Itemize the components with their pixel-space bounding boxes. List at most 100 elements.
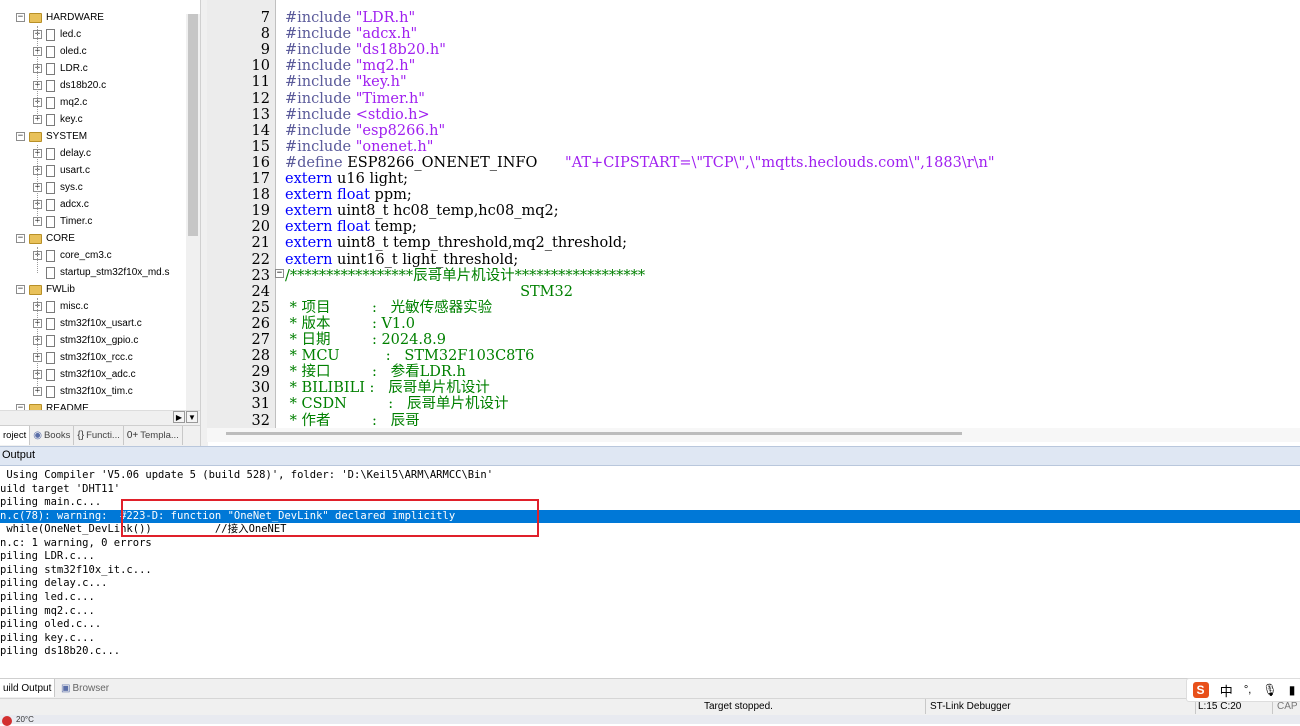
collapse-icon[interactable]: −: [16, 285, 25, 294]
scroll-right-icon[interactable]: ▶: [173, 411, 185, 423]
tree-file[interactable]: + delay.c: [33, 145, 91, 162]
punctuation-icon[interactable]: °,: [1244, 684, 1251, 696]
scroll-down-icon[interactable]: ▼: [186, 411, 198, 423]
output-line[interactable]: piling led.c...: [0, 591, 95, 605]
tree-file[interactable]: + Timer.c: [33, 213, 92, 230]
code-line[interactable]: extern uint8_t hc08_temp,hc08_mq2;: [285, 203, 559, 219]
code-line[interactable]: * 作者 : 辰哥: [285, 413, 420, 429]
tree-scroll-thumb[interactable]: [188, 14, 198, 236]
tab-project[interactable]: roject: [0, 426, 31, 445]
code-line[interactable]: extern uint8_t temp_threshold,mq2_thresh…: [285, 235, 627, 251]
tree-guide-line: [37, 145, 38, 222]
code-line[interactable]: * CSDN : 辰哥单片机设计: [285, 396, 509, 412]
collapse-icon[interactable]: −: [16, 234, 25, 243]
code-line[interactable]: * 接口 : 参看LDR.h: [285, 364, 466, 380]
code-line[interactable]: extern u16 light;: [285, 171, 408, 187]
collapse-icon[interactable]: −: [16, 13, 25, 22]
tree-file[interactable]: + adcx.c: [33, 196, 89, 213]
tab-browser[interactable]: ▣ Browser: [58, 679, 112, 697]
output-line[interactable]: piling mq2.c...: [0, 605, 95, 619]
code-line[interactable]: * MCU : STM32F103C8T6: [285, 348, 535, 364]
output-line[interactable]: n.c: 1 warning, 0 errors: [0, 537, 152, 551]
code-line[interactable]: extern uint16_t light_threshold;: [285, 252, 518, 268]
line-number: 9: [260, 42, 270, 59]
microphone-icon[interactable]: 🎙: [1262, 683, 1277, 697]
output-line[interactable]: piling delay.c...: [0, 577, 107, 591]
output-line[interactable]: piling stm32f10x_it.c...: [0, 564, 152, 578]
file-icon: [46, 147, 55, 160]
output-line[interactable]: piling LDR.c...: [0, 550, 95, 564]
tree-file[interactable]: + led.c: [33, 26, 81, 43]
tree-file[interactable]: + ds18b20.c: [33, 77, 106, 94]
sogou-logo-icon[interactable]: S: [1192, 682, 1209, 698]
folder-icon: [29, 284, 42, 295]
code-line[interactable]: /*****************辰哥单片机设计***************…: [285, 268, 645, 284]
output-panel-header: [0, 446, 1300, 466]
ime-language[interactable]: 中: [1220, 681, 1233, 700]
code-line[interactable]: * 项目 : 光敏传感器实验: [285, 300, 493, 316]
tree-file[interactable]: + mq2.c: [33, 94, 87, 111]
folder-icon: [29, 12, 42, 23]
output-line[interactable]: piling oled.c...: [0, 618, 101, 632]
folder-icon: [29, 131, 42, 142]
code-line[interactable]: #include "mq2.h": [285, 58, 415, 74]
build-output-log[interactable]: Using Compiler 'V5.06 update 5 (build 52…: [0, 466, 1300, 678]
target-status: Target stopped.: [704, 701, 773, 712]
code-line[interactable]: #define ESP8266_ONENET_INFO "AT+CIPSTART…: [285, 155, 995, 171]
collapse-icon[interactable]: −: [16, 132, 25, 141]
code-line[interactable]: #include "LDR.h": [285, 10, 415, 26]
line-number: 18: [251, 187, 270, 204]
output-line[interactable]: piling main.c...: [0, 496, 101, 510]
group-label: SYSTEM: [46, 131, 88, 142]
tab-templates[interactable]: 0+ Templa...: [124, 426, 183, 445]
tree-horizontal-scrollbar[interactable]: [0, 410, 200, 425]
tree-file[interactable]: + key.c: [33, 111, 83, 128]
code-line[interactable]: #include "adcx.h": [285, 26, 417, 42]
tree-group[interactable]: − SYSTEM: [16, 128, 87, 145]
tree-file[interactable]: + misc.c: [33, 298, 88, 315]
code-line[interactable]: * 版本 : V1.0: [285, 316, 415, 332]
tree-group[interactable]: − FWLib: [16, 281, 75, 298]
tree-file[interactable]: + stm32f10x_tim.c: [33, 383, 133, 400]
ime-toolbar[interactable]: S 中 °, 🎙 ▮: [1186, 678, 1300, 702]
code-line[interactable]: * 日期 : 2024.8.9: [285, 332, 446, 348]
code-line[interactable]: * BILIBILI : 辰哥单片机设计: [285, 380, 490, 396]
tree-file[interactable]: + LDR.c: [33, 60, 88, 77]
code-line[interactable]: #include "ds18b20.h": [285, 42, 446, 58]
tree-file[interactable]: + oled.c: [33, 43, 87, 60]
tree-file[interactable]: + usart.c: [33, 162, 90, 179]
tab-books[interactable]: ◉ Books: [30, 426, 75, 445]
tree-file[interactable]: + stm32f10x_usart.c: [33, 315, 142, 332]
editor-scroll-thumb[interactable]: [226, 432, 962, 435]
code-line[interactable]: #include <stdio.h>: [285, 107, 430, 123]
tree-file[interactable]: + stm32f10x_gpio.c: [33, 332, 138, 349]
tree-file[interactable]: + sys.c: [33, 179, 83, 196]
code-line[interactable]: #include "onenet.h": [285, 139, 433, 155]
output-line[interactable]: uild target 'DHT11': [0, 483, 120, 497]
tree-file[interactable]: + stm32f10x_rcc.c: [33, 349, 133, 366]
code-line[interactable]: extern float temp;: [285, 219, 417, 235]
editor-horizontal-scrollbar[interactable]: [207, 428, 1300, 442]
fold-collapse-icon[interactable]: −: [275, 269, 284, 278]
tree-group[interactable]: − CORE: [16, 230, 75, 247]
code-line[interactable]: #include "esp8266.h": [285, 123, 445, 139]
tree-group[interactable]: − HARDWARE: [16, 9, 104, 26]
tree-file[interactable]: + stm32f10x_adc.c: [33, 366, 136, 383]
code-line[interactable]: #include "Timer.h": [285, 91, 425, 107]
tree-file[interactable]: startup_stm32f10x_md.s: [33, 264, 170, 281]
keyboard-icon[interactable]: ▮: [1289, 683, 1296, 697]
tree-file[interactable]: + core_cm3.c: [33, 247, 112, 264]
code-line[interactable]: extern float ppm;: [285, 187, 412, 203]
tree-group[interactable]: − README: [16, 400, 89, 410]
output-line[interactable]: Using Compiler 'V5.06 update 5 (build 52…: [0, 469, 493, 483]
output-line[interactable]: piling ds18b20.c...: [0, 645, 120, 659]
output-line[interactable]: piling key.c...: [0, 632, 95, 646]
line-number: 21: [251, 235, 270, 252]
code-line[interactable]: STM32: [285, 284, 573, 300]
tab-build-output[interactable]: uild Output: [0, 679, 56, 697]
tab-functions[interactable]: {} Functi...: [74, 426, 124, 445]
code-line[interactable]: #include "key.h": [285, 74, 407, 90]
code-editor[interactable]: #include "LDR.h" #include "adcx.h" #includ…: [276, 0, 1300, 428]
tree-guide-line: [37, 247, 38, 273]
file-label: Timer.c: [60, 216, 93, 227]
